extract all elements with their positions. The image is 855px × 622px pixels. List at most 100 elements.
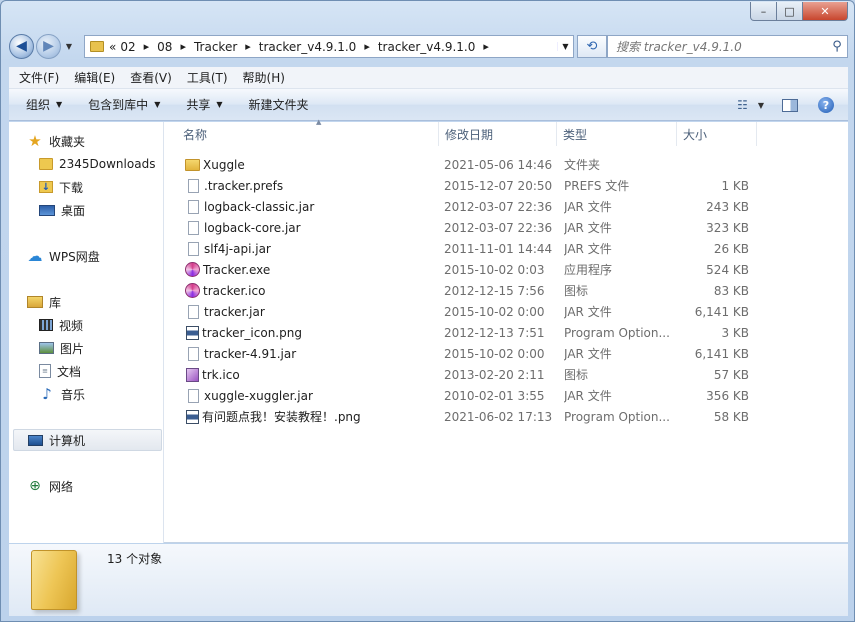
sidebar-item-desktop[interactable]: 桌面 <box>39 199 85 221</box>
column-header-type[interactable]: 类型 <box>557 122 677 146</box>
sidebar-item-label: 2345Downloads <box>59 157 156 171</box>
file-size: 3 KB <box>721 325 749 340</box>
chevron-down-icon: ▼ <box>216 100 223 109</box>
sidebar-item-libraries[interactable]: 库 <box>27 291 61 313</box>
sort-ascending-icon: ▲ <box>316 118 322 126</box>
back-button[interactable]: ◀ <box>9 33 34 59</box>
chevron-right-icon[interactable]: ▸ <box>358 40 376 53</box>
file-date: 2015-12-07 20:50 <box>444 178 553 193</box>
chevron-right-icon[interactable]: ▸ <box>138 40 156 53</box>
help-button[interactable]: ? <box>818 97 834 113</box>
share-button[interactable]: 共享 ▼ <box>177 96 231 113</box>
chevron-right-icon[interactable]: ▸ <box>477 40 495 53</box>
file-type: 文件夹 <box>564 158 601 172</box>
chevron-down-icon: ▼ <box>56 100 63 109</box>
search-input[interactable] <box>616 39 827 54</box>
sidebar-item-favorites[interactable]: ★ 收藏夹 <box>27 130 85 152</box>
table-row[interactable]: tracker_icon.png 2012-12-13 7:51 Program O… <box>165 322 848 343</box>
file-name-cell: xuggle-xuggler.jar <box>185 385 435 406</box>
table-row[interactable]: .tracker.prefs 2015-12-07 20:50 PREFS 文件 1 … <box>165 175 848 196</box>
table-row[interactable]: Tracker.exe 2015-10-02 0:03 应用程序 524 KB <box>165 259 848 280</box>
file-name: .tracker.prefs <box>204 178 284 193</box>
sidebar-item-videos[interactable]: 视频 <box>39 314 83 336</box>
organize-button[interactable]: 组织 ▼ <box>17 96 71 113</box>
file-type: JAR 文件 <box>564 221 612 235</box>
chevron-right-icon[interactable]: ▸ <box>239 40 257 53</box>
recent-pages-dropdown[interactable]: ▼ <box>63 42 75 51</box>
share-label: 共享 <box>186 98 211 112</box>
menu-file[interactable]: 文件(F) <box>14 69 64 86</box>
breadcrumb: « 02 ▸ 08 ▸ Tracker ▸ tracker_v4.9.1.0 ▸… <box>107 40 557 54</box>
table-row[interactable]: xuggle-xuggler.jar 2010-02-01 3:55 JAR 文件 3… <box>165 385 848 406</box>
column-header-date[interactable]: 修改日期 <box>439 122 557 146</box>
sidebar-item-label: 下载 <box>59 180 84 195</box>
table-row[interactable]: trk.ico 2013-02-20 2:11 图标 57 KB <box>165 364 848 385</box>
sidebar-item-music[interactable]: ♪ 音乐 <box>39 383 85 405</box>
column-header-name[interactable]: 名称 ▲ <box>177 118 439 146</box>
address-bar[interactable]: « 02 ▸ 08 ▸ Tracker ▸ tracker_v4.9.1.0 ▸… <box>84 35 574 58</box>
download-folder-icon: ↓ <box>39 181 53 193</box>
menu-edit[interactable]: 编辑(E) <box>69 69 120 86</box>
sidebar-item-documents[interactable]: ≡ 文档 <box>39 360 81 382</box>
table-row[interactable]: slf4j-api.jar 2011-11-01 14:44 JAR 文件 26 KB <box>165 238 848 259</box>
refresh-button[interactable]: ⟲ <box>577 35 607 58</box>
file-type: 图标 <box>564 368 589 382</box>
chevron-right-icon[interactable]: ▸ <box>174 40 192 53</box>
column-header-size[interactable]: 大小 <box>677 122 757 146</box>
table-row[interactable]: Xuggle 2021-05-06 14:46 文件夹 <box>165 154 848 175</box>
breadcrumb-item[interactable]: Tracker <box>192 40 239 54</box>
menu-tools[interactable]: 工具(T) <box>182 69 233 86</box>
table-row[interactable]: logback-core.jar 2012-03-07 22:36 JAR 文件 32… <box>165 217 848 238</box>
close-button[interactable]: ✕ <box>803 2 848 21</box>
column-header-label: 名称 <box>183 127 208 142</box>
command-bar: 组织 ▼ 包含到库中 ▼ 共享 ▼ 新建文件夹 ☷ ▼ ? <box>9 89 848 121</box>
include-in-library-button[interactable]: 包含到库中 ▼ <box>79 96 169 113</box>
search-icon[interactable]: ⚲ <box>827 39 847 54</box>
table-row[interactable]: tracker.jar 2015-10-02 0:00 JAR 文件 6,141 KB <box>165 301 848 322</box>
new-folder-button[interactable]: 新建文件夹 <box>240 96 318 113</box>
file-name-cell: slf4j-api.jar <box>185 238 435 259</box>
breadcrumb-item[interactable]: tracker_v4.9.1.0 <box>376 40 478 54</box>
breadcrumb-item[interactable]: 02 <box>118 40 137 54</box>
sidebar-item-wps-cloud[interactable]: ☁ WPS网盘 <box>27 245 100 267</box>
file-name: xuggle-xuggler.jar <box>204 388 313 403</box>
toolbar-right: ☷ ▼ ? <box>737 89 848 121</box>
sidebar-item-computer[interactable]: 计算机 <box>13 429 162 451</box>
folder-icon <box>39 158 53 170</box>
file-size: 323 KB <box>706 220 749 235</box>
table-row[interactable]: logback-classic.jar 2012-03-07 22:36 JAR 文… <box>165 196 848 217</box>
column-header-label: 大小 <box>683 127 708 142</box>
table-row[interactable]: tracker.ico 2012-12-15 7:56 图标 83 KB <box>165 280 848 301</box>
forward-button[interactable]: ▶ <box>36 33 61 59</box>
breadcrumb-overflow[interactable]: « <box>107 40 118 54</box>
file-icon <box>188 346 199 361</box>
file-date: 2010-02-01 3:55 <box>444 388 545 403</box>
minimize-button[interactable]: – <box>750 2 777 21</box>
explorer-window: – □ ✕ ◀ ▶ ▼ « 02 ▸ 08 ▸ Tracker ▸ tracke… <box>0 0 855 622</box>
sidebar-item-pictures[interactable]: 图片 <box>39 337 84 359</box>
file-list: 名称 ▲ 修改日期 类型 大小 Xuggle 2021-05-06 14:46 文件… <box>165 118 848 543</box>
preview-pane-button[interactable] <box>782 98 798 112</box>
file-name: tracker_icon.png <box>202 325 302 340</box>
folder-icon <box>31 550 77 610</box>
file-size <box>675 154 749 175</box>
new-folder-label: 新建文件夹 <box>248 98 309 112</box>
sidebar-item-2345downloads[interactable]: 2345Downloads <box>39 153 155 175</box>
search-box[interactable]: ⚲ <box>607 35 848 58</box>
menu-bar: 文件(F) 编辑(E) 查看(V) 工具(T) 帮助(H) <box>9 67 848 89</box>
menu-help[interactable]: 帮助(H) <box>238 69 290 86</box>
address-dropdown[interactable]: ▼ <box>557 42 573 51</box>
file-name-cell: tracker.jar <box>185 301 435 322</box>
maximize-button[interactable]: □ <box>777 2 803 21</box>
file-icon <box>188 388 199 403</box>
sidebar-item-downloads[interactable]: ↓ 下载 <box>39 176 83 198</box>
breadcrumb-item[interactable]: 08 <box>155 40 174 54</box>
sidebar-item-network[interactable]: ⊕ 网络 <box>27 475 73 497</box>
menu-view[interactable]: 查看(V) <box>125 69 177 86</box>
breadcrumb-item[interactable]: tracker_v4.9.1.0 <box>257 40 359 54</box>
table-row[interactable]: 有问题点我！安装教程！.png 2021-06-02 17:13 Program O… <box>165 406 848 427</box>
table-row[interactable]: tracker-4.91.jar 2015-10-02 0:00 JAR 文件 6,1… <box>165 343 848 364</box>
change-view-button[interactable]: ☷ ▼ <box>737 98 764 112</box>
file-type: 应用程序 <box>564 263 613 277</box>
file-name: logback-classic.jar <box>204 199 315 214</box>
